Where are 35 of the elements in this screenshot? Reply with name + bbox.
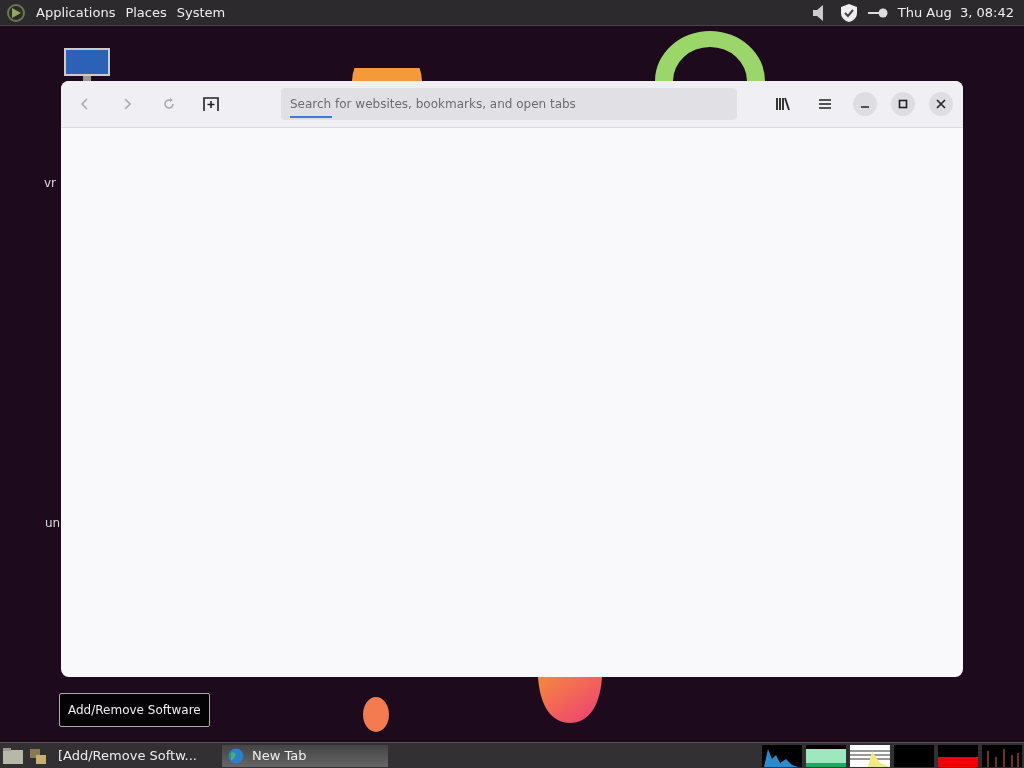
taskbar-task[interactable]: [Add/Remove Softw... [52,744,218,767]
search-field[interactable]: Search for websites, bookmarks, and open tabs [281,88,737,120]
tooltip: Add/Remove Software [59,693,210,727]
globe-icon [228,747,244,764]
system-monitor-graph [938,744,978,767]
menu-icon [819,99,831,109]
panel-menu[interactable]: Places [125,5,167,20]
file-manager-icon[interactable] [2,746,24,765]
blob-drawing [538,677,602,723]
desktop-icon-label: un [45,516,61,530]
shield-icon[interactable] [839,2,858,23]
reload-icon [162,97,176,111]
taskbar-task[interactable]: New Tab [222,744,388,767]
close-button[interactable] [929,92,953,116]
plus-icon [203,97,219,111]
key-icon[interactable] [867,6,888,19]
logo-icon[interactable] [6,2,26,23]
system-monitor-graph [806,744,846,767]
library-icon [775,97,791,111]
system-monitor-graph [762,744,802,767]
windows-icon[interactable] [28,746,48,765]
desktop-icon-label: vr [44,176,57,190]
close-icon [936,99,946,109]
circle-drawing [352,68,422,81]
system-monitor-graph [982,744,1022,767]
maximize-icon [898,99,908,109]
clock[interactable]: Thu Aug 3, 08:42 [897,5,1014,20]
panel-menu[interactable]: Applications [36,5,116,20]
panel-menu[interactable]: System [176,5,226,20]
minimize-icon [861,106,869,108]
minimize-button[interactable] [853,92,877,116]
system-monitor-graph [894,744,934,767]
oval-drawing [363,697,389,732]
maximize-button[interactable] [891,92,915,116]
computer-icon [63,47,111,81]
